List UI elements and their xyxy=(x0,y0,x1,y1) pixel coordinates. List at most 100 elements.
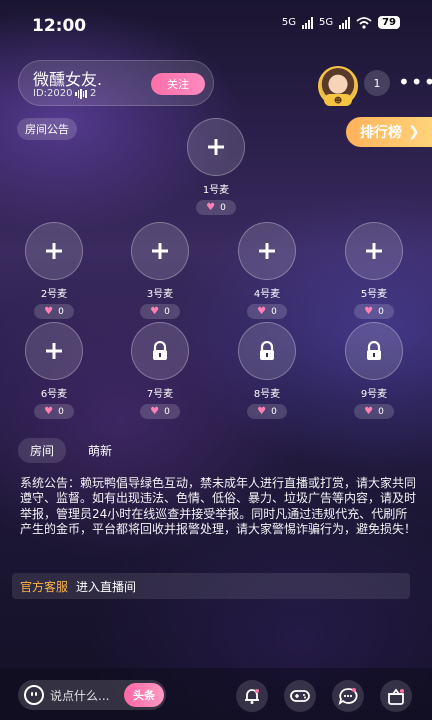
sound-wave-icon xyxy=(75,88,87,99)
room-id: ID:2020 2 xyxy=(33,88,96,99)
room-info-card[interactable]: 微醺女友. ID:2020 2 关注 xyxy=(18,60,214,106)
mic-seat-9[interactable]: 9号麦 ♥ 0 xyxy=(338,322,410,419)
heart-value: 0 xyxy=(271,306,277,317)
tab-room[interactable]: 房间 xyxy=(18,438,67,463)
heart-value: 0 xyxy=(378,406,384,417)
status-icons: 5G 5G 79 xyxy=(282,16,400,29)
seat-circle[interactable] xyxy=(25,322,83,380)
heart-icon: ♥ xyxy=(206,202,216,213)
seat-heart-count: ♥ 0 xyxy=(354,404,394,419)
seat-heart-count: ♥ 0 xyxy=(354,304,394,319)
network-label-1: 5G xyxy=(281,17,296,28)
message-text: 进入直播间 xyxy=(76,579,137,594)
heart-icon: ♥ xyxy=(364,406,374,417)
clock: 12:00 xyxy=(32,16,87,36)
plus-icon xyxy=(46,343,62,359)
network-label-2: 5G xyxy=(318,17,334,28)
heart-value: 0 xyxy=(58,306,64,317)
heart-icon: ♥ xyxy=(364,306,374,317)
mic-seat-5[interactable]: 5号麦 ♥ 0 xyxy=(338,222,410,319)
chevron-right-icon: ❯ xyxy=(408,124,420,140)
avatar-badge: ☻ xyxy=(324,94,352,106)
lock-icon xyxy=(260,341,274,360)
heart-icon: ♥ xyxy=(44,406,54,417)
plus-icon xyxy=(46,243,62,259)
mic-seat-8[interactable]: 8号麦 ♥ 0 xyxy=(231,322,303,419)
gamepad-icon[interactable] xyxy=(284,680,316,712)
mic-seat-3[interactable]: 3号麦 ♥ 0 xyxy=(124,222,196,319)
seat-circle[interactable] xyxy=(345,322,403,380)
seat-circle[interactable] xyxy=(187,118,245,176)
chat-tabs: 房间 萌新 xyxy=(18,438,124,463)
lock-icon xyxy=(153,341,167,360)
seat-label: 8号麦 xyxy=(253,389,281,400)
seat-label: 9号麦 xyxy=(360,389,388,400)
plus-icon xyxy=(152,243,168,259)
mic-seat-1[interactable]: 1号麦 ♥ 0 xyxy=(180,118,252,215)
mic-seat-4[interactable]: 4号麦 ♥ 0 xyxy=(231,222,303,319)
chat-placeholder: 说点什么... xyxy=(50,688,110,703)
plus-icon xyxy=(208,139,224,155)
heart-value: 0 xyxy=(164,306,170,317)
plus-icon xyxy=(366,243,382,259)
seat-heart-count: ♥ 0 xyxy=(247,304,287,319)
heart-icon: ♥ xyxy=(150,406,160,417)
heart-value: 0 xyxy=(58,406,64,417)
room-notice-button[interactable]: 房间公告 xyxy=(17,118,77,140)
seat-label: 5号麦 xyxy=(360,289,388,300)
seat-label: 3号麦 xyxy=(146,289,174,300)
listener-count: 2 xyxy=(89,88,97,99)
seat-heart-count: ♥ 0 xyxy=(247,404,287,419)
heart-value: 0 xyxy=(164,406,170,417)
mic-seat-6[interactable]: 6号麦 ♥ 0 xyxy=(18,322,90,419)
ranking-button[interactable]: 排行榜 ❯ xyxy=(346,117,432,147)
online-count-button[interactable]: 1 xyxy=(364,70,390,96)
heart-icon: ♥ xyxy=(150,306,160,317)
lock-icon xyxy=(367,341,381,360)
emoji-icon[interactable] xyxy=(24,685,44,705)
system-announcement: 系统公告：赖玩鸭倡导绿色互动，禁未成年人进行直播或打赏，请大家共同遵守、监督。如… xyxy=(20,476,417,537)
more-icon[interactable]: ••• xyxy=(398,72,432,92)
heart-icon: ♥ xyxy=(257,406,267,417)
heart-value: 0 xyxy=(220,202,226,213)
tab-newcomer[interactable]: 萌新 xyxy=(76,438,124,463)
seat-heart-count: ♥ 0 xyxy=(140,304,180,319)
seat-label: 1号麦 xyxy=(202,185,230,196)
seat-heart-count: ♥ 0 xyxy=(196,200,236,215)
chat-message: 官方客服 进入直播间 xyxy=(12,573,410,599)
seat-circle[interactable] xyxy=(131,222,189,280)
seat-circle[interactable] xyxy=(25,222,83,280)
bell-mic-icon[interactable] xyxy=(236,680,268,712)
seat-heart-count: ♥ 0 xyxy=(34,304,74,319)
room-id-label: ID:2020 xyxy=(33,88,73,99)
seat-circle[interactable] xyxy=(345,222,403,280)
mic-seat-2[interactable]: 2号麦 ♥ 0 xyxy=(18,222,90,319)
seat-label: 2号麦 xyxy=(40,289,68,300)
heart-icon: ♥ xyxy=(44,306,54,317)
mic-seat-7[interactable]: 7号麦 ♥ 0 xyxy=(124,322,196,419)
gift-box-icon[interactable] xyxy=(380,680,412,712)
signal-icon xyxy=(301,16,313,29)
status-bar: 12:00 5G 5G 79 xyxy=(0,0,432,52)
seat-label: 7号麦 xyxy=(146,389,174,400)
plus-icon xyxy=(259,243,275,259)
message-sender[interactable]: 官方客服 xyxy=(20,578,68,595)
signal-icon xyxy=(339,16,351,29)
heart-value: 0 xyxy=(271,406,277,417)
headline-button[interactable]: 头条 xyxy=(124,683,164,707)
wifi-icon xyxy=(356,16,372,29)
seat-label: 4号麦 xyxy=(253,289,281,300)
seat-label: 6号麦 xyxy=(40,389,68,400)
ranking-label: 排行榜 xyxy=(360,125,402,141)
seat-circle[interactable] xyxy=(131,322,189,380)
chat-input[interactable]: 说点什么... 头条 xyxy=(18,680,166,710)
seat-circle[interactable] xyxy=(238,322,296,380)
heart-value: 0 xyxy=(378,306,384,317)
heart-icon: ♥ xyxy=(257,306,267,317)
seat-heart-count: ♥ 0 xyxy=(140,404,180,419)
seat-circle[interactable] xyxy=(238,222,296,280)
seat-heart-count: ♥ 0 xyxy=(34,404,74,419)
room-title: 微醺女友. xyxy=(33,70,103,89)
message-icon[interactable] xyxy=(332,680,364,712)
follow-button[interactable]: 关注 xyxy=(151,73,205,95)
